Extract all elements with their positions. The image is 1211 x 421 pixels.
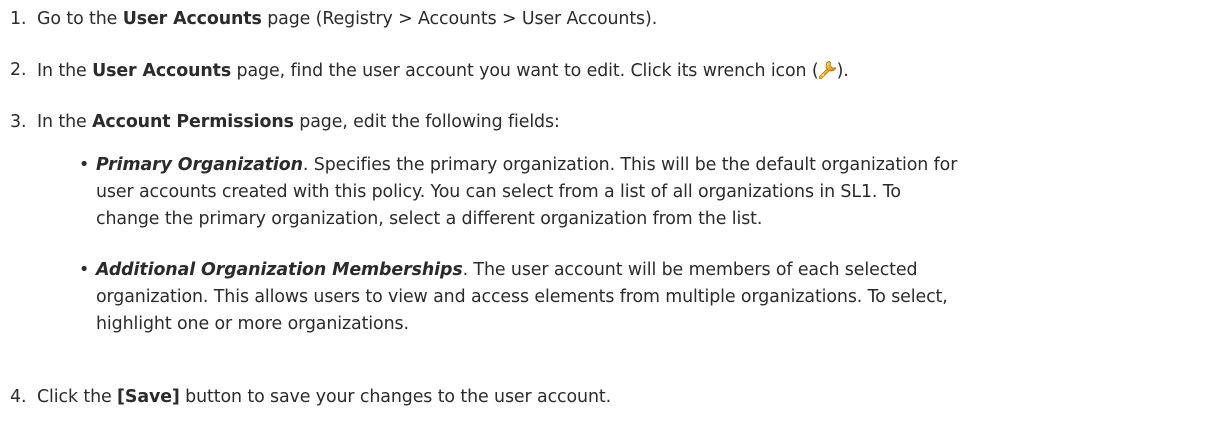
field-name: Primary Organization <box>96 155 303 175</box>
bullet-text: . Specifies the primary organization. Th… <box>302 155 958 175</box>
bullet-dot: • <box>79 260 90 280</box>
button-name: [Save] <box>117 387 180 407</box>
bullet-line-1: Additional Organization Memberships. The… <box>96 260 918 280</box>
step-text-pre: In the <box>37 61 93 81</box>
procedure-document: 1. Go to the User Accounts page (Registr… <box>0 0 1211 421</box>
bullet-dot: • <box>79 155 90 175</box>
bullet-line-3: change the primary organization, select … <box>96 209 763 229</box>
page-name: Account Permissions <box>92 112 294 132</box>
field-name: Additional Organization Memberships <box>96 260 463 280</box>
step-text-pre: In the <box>37 112 93 132</box>
bullet-line-3: highlight one or more organizations. <box>96 314 409 334</box>
step-text: Go to the User Accounts page (Registry >… <box>37 9 657 29</box>
step-number: 1. <box>10 9 27 29</box>
bullet-line-1: Primary Organization. Specifies the prim… <box>96 155 957 175</box>
bullet-text: . The user account will be members of ea… <box>462 260 918 280</box>
step-text-post: page (Registry > Accounts > User Account… <box>261 9 658 29</box>
step-number: 3. <box>10 112 27 132</box>
page-name: User Accounts <box>92 61 232 81</box>
step-text: In the Account Permissions page, edit th… <box>37 112 560 132</box>
step-number: 4. <box>10 387 27 407</box>
page-name: User Accounts <box>122 9 262 29</box>
step-text-post: page, edit the following fields: <box>293 112 560 132</box>
wrench-icon <box>818 60 836 79</box>
step-text: In the User Accounts page, find the user… <box>37 60 849 81</box>
step-text-pre: Go to the <box>37 9 123 29</box>
step-text: Click the [Save] button to save your cha… <box>37 387 611 407</box>
step-text-pre: Click the <box>37 387 118 407</box>
step-text-close: ). <box>836 61 849 81</box>
step-number: 2. <box>10 60 27 80</box>
step-text-post: button to save your changes to the user … <box>179 387 612 407</box>
bullet-line-2: user accounts created with this policy. … <box>96 182 901 202</box>
step-text-post: page, find the user account you want to … <box>231 61 819 81</box>
bullet-line-2: organization. This allows users to view … <box>96 287 948 307</box>
